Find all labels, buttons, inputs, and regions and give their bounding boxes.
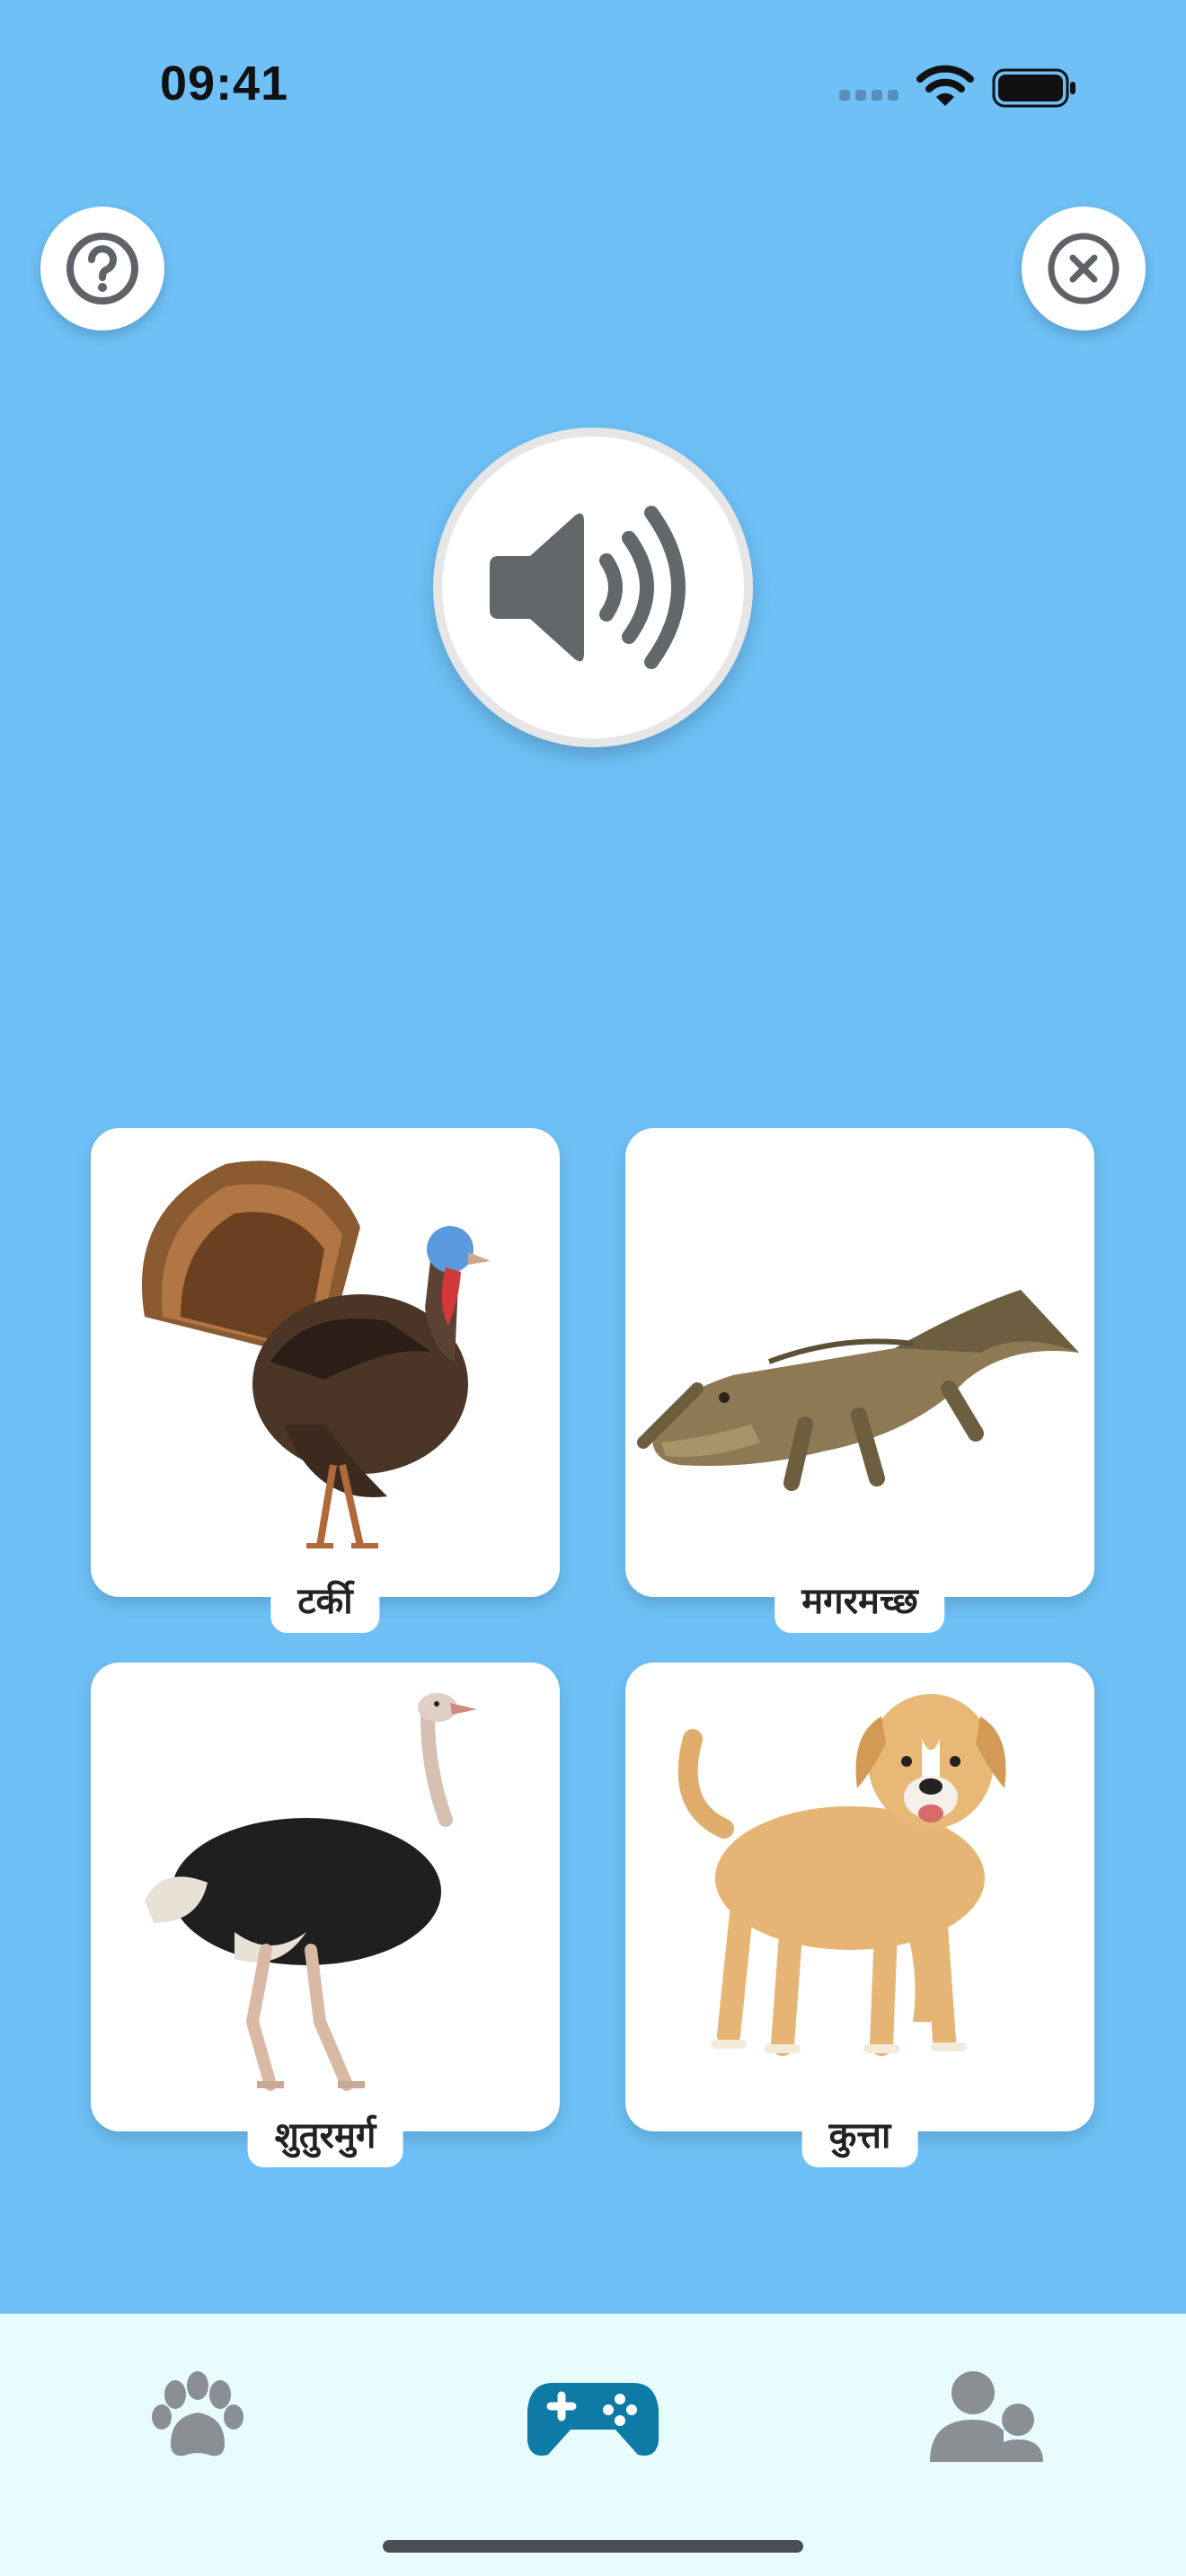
battery-icon bbox=[992, 68, 1075, 108]
status-bar: 09:41 bbox=[0, 0, 1186, 171]
tab-animals[interactable] bbox=[108, 2350, 288, 2484]
ostrich-image bbox=[145, 1693, 477, 2091]
dog-image bbox=[677, 1694, 1006, 2056]
close-button[interactable] bbox=[1022, 207, 1146, 331]
answer-card-turkey[interactable]: टर्की bbox=[91, 1128, 560, 1633]
status-time: 09:41 bbox=[160, 57, 289, 110]
home-indicator bbox=[383, 2540, 803, 2553]
question-circle-icon bbox=[66, 233, 138, 304]
speaker-wave-icon bbox=[490, 506, 686, 669]
answer-card-ostrich[interactable]: शुतुरमुर्ग bbox=[91, 1663, 560, 2167]
cellular-signal-icon bbox=[839, 90, 902, 104]
tab-games[interactable] bbox=[503, 2350, 683, 2484]
paw-icon bbox=[152, 2371, 243, 2457]
play-sound-button[interactable] bbox=[433, 428, 753, 747]
wifi-icon bbox=[916, 65, 974, 106]
tab-profile[interactable] bbox=[898, 2350, 1078, 2484]
help-button[interactable] bbox=[40, 207, 164, 331]
gamepad-icon bbox=[527, 2383, 659, 2456]
tab-bar bbox=[0, 2314, 1186, 2576]
answer-card-crocodile[interactable]: मगरमच्छ bbox=[625, 1128, 1094, 1633]
close-circle-icon bbox=[1048, 233, 1120, 304]
turkey-image bbox=[141, 1160, 491, 1548]
card-label: शुतुरमुर्ग bbox=[247, 2104, 403, 2167]
card-label: कुत्ता bbox=[801, 2104, 918, 2167]
card-label: टर्की bbox=[270, 1569, 380, 1633]
crocodile-image bbox=[637, 1290, 1079, 1491]
answer-card-dog[interactable]: कुत्ता bbox=[625, 1663, 1094, 2167]
users-icon bbox=[930, 2371, 1043, 2462]
card-label: मगरमच्छ bbox=[774, 1569, 945, 1633]
